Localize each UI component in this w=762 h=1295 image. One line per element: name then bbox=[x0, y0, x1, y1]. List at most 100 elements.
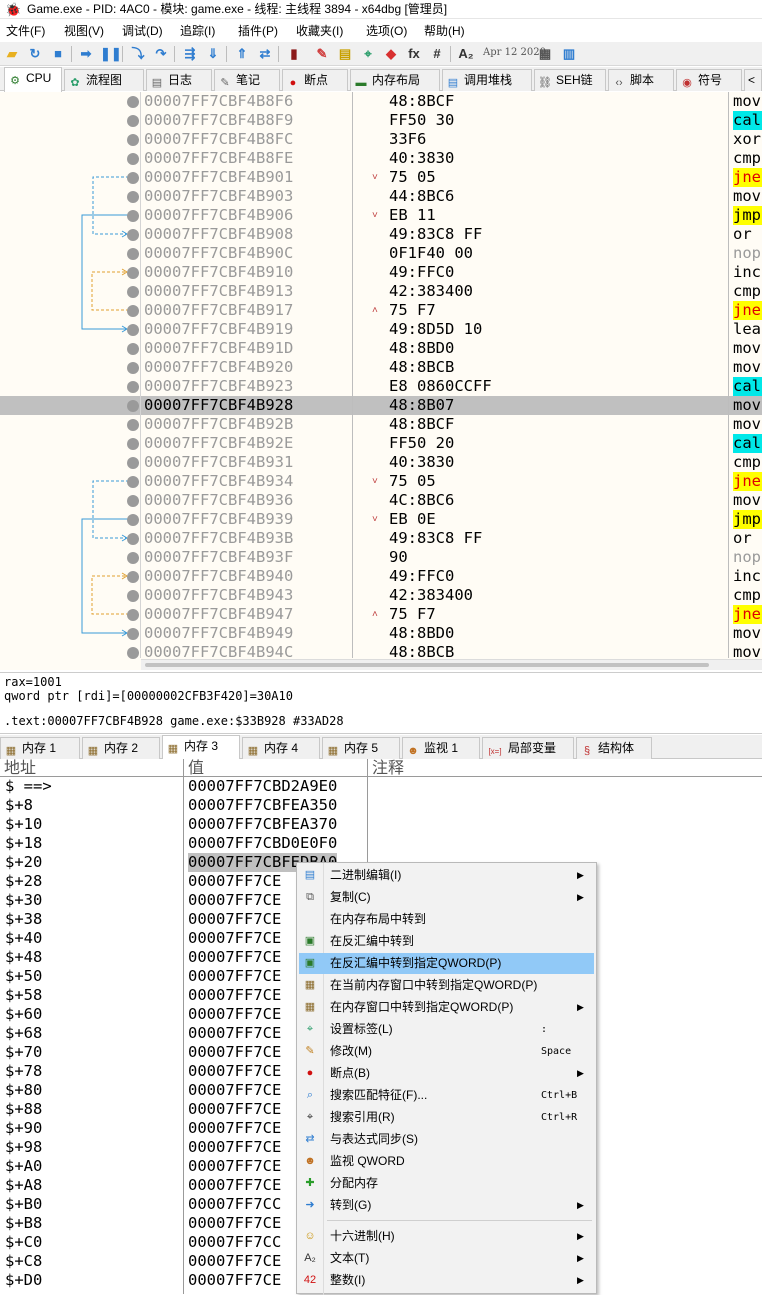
scylla-icon[interactable]: ▮ bbox=[285, 45, 303, 63]
dump-value[interactable]: 00007FF7CE bbox=[188, 1138, 281, 1157]
breakpoint-dot-icon[interactable] bbox=[127, 96, 139, 108]
disasm-row[interactable]: 00007FF7CBF4B8F9 FF50 30 cal bbox=[0, 111, 762, 130]
breakpoint-dot-icon[interactable] bbox=[127, 495, 139, 507]
breakpoint-dot-icon[interactable] bbox=[127, 609, 139, 621]
tab-log[interactable]: ▤ 日志 bbox=[146, 69, 212, 91]
patch-icon[interactable]: ✎ bbox=[313, 45, 331, 63]
disasm-row[interactable]: 00007FF7CBF4B949 48:8BD0 mov bbox=[0, 624, 762, 643]
restart-icon[interactable]: ↻ bbox=[26, 45, 44, 63]
dump-value[interactable]: 00007FF7CE bbox=[188, 929, 281, 948]
disasm-row[interactable]: 00007FF7CBF4B8FC 33F6 xor bbox=[0, 130, 762, 149]
disasm-row[interactable]: 00007FF7CBF4B940 49:FFC0 inc bbox=[0, 567, 762, 586]
dump-value[interactable]: 00007FF7CE bbox=[188, 1119, 281, 1138]
label-icon[interactable]: ⌖ bbox=[359, 45, 377, 63]
tab-graph[interactable]: ✿ 流程图 bbox=[64, 69, 144, 91]
breakpoint-dot-icon[interactable] bbox=[127, 571, 139, 583]
breakpoint-dot-icon[interactable] bbox=[127, 419, 139, 431]
run-icon[interactable]: ➡ bbox=[77, 45, 95, 63]
disasm-row[interactable]: 00007FF7CBF4B92E FF50 20 cal bbox=[0, 434, 762, 453]
context-menu-item[interactable]: ⌖ 设置标签(L): bbox=[299, 1019, 594, 1040]
header-divider[interactable] bbox=[367, 759, 368, 777]
tab-dump-1[interactable]: ▦ 内存 1 bbox=[0, 737, 80, 759]
disasm-row[interactable]: 00007FF7CBF4B901 ˅ 75 05 jne bbox=[0, 168, 762, 187]
step-over-icon[interactable]: ↷ bbox=[152, 45, 170, 63]
header-value[interactable]: 值 bbox=[188, 758, 204, 777]
disasm-row[interactable]: 00007FF7CBF4B8F6 48:8BCF mov bbox=[0, 92, 762, 111]
dump-value[interactable]: 00007FF7CE bbox=[188, 1100, 281, 1119]
menu-view[interactable]: 视图(V) bbox=[64, 24, 104, 39]
breakpoint-dot-icon[interactable] bbox=[127, 229, 139, 241]
disasm-row[interactable]: 00007FF7CBF4B93F 90 nop bbox=[0, 548, 762, 567]
disassembly-view[interactable]: 00007FF7CBF4B8F6 48:8BCF mov 00007FF7CBF4B8… bbox=[0, 92, 762, 670]
context-menu-item[interactable]: ▣ 在反汇编中转到 bbox=[299, 931, 594, 952]
disasm-row[interactable]: 00007FF7CBF4B934 ˅ 75 05 jne bbox=[0, 472, 762, 491]
breakpoint-dot-icon[interactable] bbox=[127, 343, 139, 355]
tab-struct[interactable]: § 结构体 bbox=[576, 737, 652, 759]
context-menu-item[interactable]: ▦ 在当前内存窗口中转到指定QWORD(P) bbox=[299, 975, 594, 996]
context-menu-item[interactable]: ▣ 在反汇编中转到指定QWORD(P) bbox=[299, 953, 594, 974]
disasm-row[interactable]: 00007FF7CBF4B931 40:3830 cmp bbox=[0, 453, 762, 472]
breakpoint-dot-icon[interactable] bbox=[127, 400, 139, 412]
disasm-row[interactable]: 00007FF7CBF4B936 4C:8BC6 mov bbox=[0, 491, 762, 510]
disasm-row[interactable]: 00007FF7CBF4B8FE 40:3830 cmp bbox=[0, 149, 762, 168]
disasm-row[interactable]: 00007FF7CBF4B92B 48:8BCF mov bbox=[0, 415, 762, 434]
disasm-row[interactable]: 00007FF7CBF4B917 ˄ 75 F7 jne bbox=[0, 301, 762, 320]
breakpoint-dot-icon[interactable] bbox=[127, 191, 139, 203]
menu-plugins[interactable]: 插件(P) bbox=[238, 24, 278, 39]
dump-value[interactable]: 00007FF7CC bbox=[188, 1233, 281, 1252]
dump-value[interactable]: 00007FF7CC bbox=[188, 1195, 281, 1214]
context-menu-item[interactable]: ● 断点(B) ▶ bbox=[299, 1063, 594, 1084]
tab-locals[interactable]: [x=] 局部变量 bbox=[482, 737, 574, 759]
breakpoint-dot-icon[interactable] bbox=[127, 514, 139, 526]
dump-value[interactable]: 00007FF7CE bbox=[188, 1043, 281, 1062]
dump-value[interactable]: 00007FF7CBFEA370 bbox=[188, 815, 337, 834]
menu-options[interactable]: 选项(O) bbox=[366, 24, 407, 39]
dump-value[interactable]: 00007FF7CE bbox=[188, 1252, 281, 1271]
dump-value[interactable]: 00007FF7CE bbox=[188, 1157, 281, 1176]
font-icon[interactable]: A₂ bbox=[457, 45, 475, 63]
stop-icon[interactable]: ■ bbox=[49, 45, 67, 63]
context-menu-item[interactable]: ➜ 转到(G) ▶ bbox=[299, 1195, 594, 1216]
dump-value[interactable]: 00007FF7CBD0E0F0 bbox=[188, 834, 337, 853]
breakpoint-dot-icon[interactable] bbox=[127, 115, 139, 127]
dump-value[interactable]: 00007FF7CE bbox=[188, 872, 281, 891]
breakpoint-dot-icon[interactable] bbox=[127, 647, 139, 659]
breakpoint-dot-icon[interactable] bbox=[127, 381, 139, 393]
breakpoint-dot-icon[interactable] bbox=[127, 305, 139, 317]
run-to-user-code-icon[interactable]: ⇄ bbox=[256, 45, 274, 63]
dump-value[interactable]: 00007FF7CE bbox=[188, 948, 281, 967]
open-icon[interactable]: ▰ bbox=[3, 45, 21, 63]
breakpoint-dot-icon[interactable] bbox=[127, 324, 139, 336]
tab-dump-3[interactable]: ▦ 内存 3 bbox=[162, 735, 240, 760]
context-menu-item[interactable]: ⌕ 搜索匹配特征(F)... Ctrl+B bbox=[299, 1085, 594, 1106]
calculator-icon[interactable]: ▦ bbox=[536, 45, 554, 63]
tab-cpu[interactable]: ⚙ CPU bbox=[4, 67, 62, 92]
header-comment[interactable]: 注释 bbox=[372, 758, 404, 777]
disasm-row[interactable]: 00007FF7CBF4B93B 49:83C8 FF or bbox=[0, 529, 762, 548]
disasm-row[interactable]: 00007FF7CBF4B928 48:8B07 mov bbox=[0, 396, 762, 415]
tab-dump-2[interactable]: ▦ 内存 2 bbox=[82, 737, 160, 759]
context-menu-item[interactable]: ▤ 二进制编辑(I) ▶ bbox=[299, 865, 594, 886]
dump-value[interactable]: 00007FF7CE bbox=[188, 1062, 281, 1081]
disasm-row[interactable]: 00007FF7CBF4B947 ˄ 75 F7 jne bbox=[0, 605, 762, 624]
disasm-row[interactable]: 00007FF7CBF4B923 E8 0860CCFF cal bbox=[0, 377, 762, 396]
dump-row[interactable]: $+8 00007FF7CBFEA350 bbox=[0, 796, 762, 815]
breakpoint-dot-icon[interactable] bbox=[127, 134, 139, 146]
context-menu-item[interactable]: ✎ 修改(M) Space bbox=[299, 1041, 594, 1062]
breakpoint-dot-icon[interactable] bbox=[127, 590, 139, 602]
tab-dump-4[interactable]: ▦ 内存 4 bbox=[242, 737, 320, 759]
context-menu-item[interactable]: ☻ 监视 QWORD bbox=[299, 1151, 594, 1172]
dump-value[interactable]: 00007FF7CE bbox=[188, 986, 281, 1005]
dump-value[interactable]: 00007FF7CE bbox=[188, 1005, 281, 1024]
scrollbar-thumb[interactable] bbox=[145, 663, 709, 667]
dump-value[interactable]: 00007FF7CBD2A9E0 bbox=[188, 777, 337, 796]
tab-scroll-left[interactable]: < bbox=[744, 69, 762, 91]
dump-row[interactable]: $+10 00007FF7CBFEA370 bbox=[0, 815, 762, 834]
breakpoint-dot-icon[interactable] bbox=[127, 267, 139, 279]
breakpoint-dot-icon[interactable] bbox=[127, 362, 139, 374]
menu-debug[interactable]: 调试(D) bbox=[122, 24, 163, 39]
disasm-row[interactable]: 00007FF7CBF4B903 44:8BC6 mov bbox=[0, 187, 762, 206]
dump-value[interactable]: 00007FF7CE bbox=[188, 1024, 281, 1043]
dump-value[interactable]: 00007FF7CE bbox=[188, 1214, 281, 1233]
tab-script[interactable]: ‹› 脚本 bbox=[608, 69, 674, 91]
